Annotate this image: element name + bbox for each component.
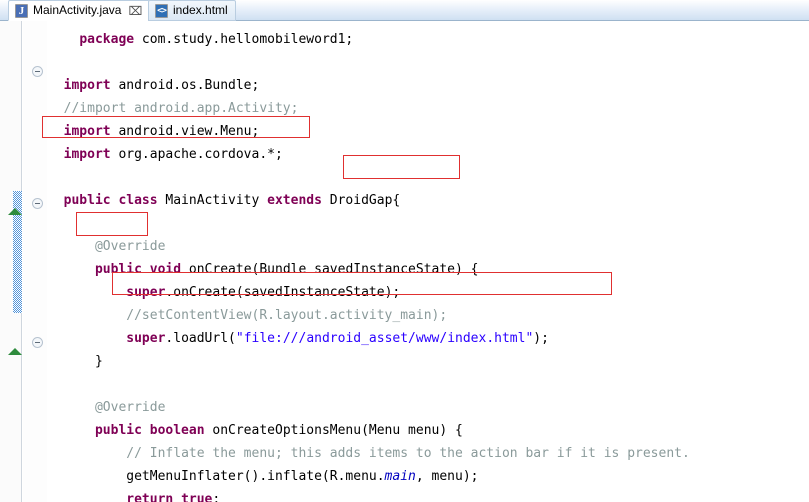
code-token: super [126,331,166,346]
code-line: } [47,350,809,373]
code-token: android.view.Menu; [110,124,260,139]
code-line: @Override [47,235,809,258]
html-file-icon-glyph: <> [156,4,167,17]
code-token: import [63,78,111,93]
source-code: package com.study.hellomobileword1; impo… [47,21,809,502]
eclipse-java-editor-window: J MainActivity.java ⌧ <> index.html pack… [0,0,809,502]
code-line: import android.view.Menu; [47,120,809,143]
quick-diff-marker-onmenu[interactable] [8,348,22,355]
code-token: void [149,262,182,277]
code-token: super [126,285,166,300]
tab-label-mainactivity-java: MainActivity.java [33,3,122,17]
code-token: ; [212,492,221,502]
code-token: DroidGap{ [321,193,401,208]
code-token: public class [63,193,158,208]
code-token: .loadUrl( [165,331,236,346]
code-line: super.onCreate(savedInstanceState); [47,281,809,304]
code-token: @Override [94,400,166,415]
code-token: org.apache.cordova.*; [110,147,283,162]
code-token: return true [126,492,213,502]
code-line: //setContentView(R.layout.activity_main)… [47,304,809,327]
code-line: public boolean onCreateOptionsMenu(Menu … [47,419,809,442]
quick-diff-marker-oncreate[interactable] [8,208,22,215]
code-text-area[interactable]: package com.study.hellomobileword1; impo… [47,21,809,502]
code-token: public [94,262,142,277]
editor-tab-bar: J MainActivity.java ⌧ <> index.html [0,0,809,21]
code-token: onCreateOptionsMenu(Menu menu) { [204,423,463,438]
code-token: onCreate(Bundle savedInstanceState) { [181,262,479,277]
code-token: import [63,147,111,162]
html-file-icon: <> [155,3,168,18]
tab-mainactivity-java[interactable]: J MainActivity.java ⌧ [8,0,151,21]
code-token: package [79,32,135,47]
code-line: // Inflate the menu; this adds items to … [47,442,809,465]
fold-onmenu[interactable] [32,337,43,348]
code-line: import org.apache.cordova.*; [47,143,809,166]
code-line: getMenuInflater().inflate(R.menu.main, m… [47,465,809,488]
code-token: android.os.Bundle; [110,78,260,93]
code-editor[interactable]: package com.study.hellomobileword1; impo… [0,21,809,502]
code-line: return true; [47,488,809,502]
code-token: , menu); [415,469,479,484]
close-icon[interactable]: ⌧ [128,5,142,17]
fold-oncreate[interactable] [32,198,43,209]
code-token: extends [267,193,322,208]
code-token: ); [533,331,549,346]
code-folding-column[interactable] [23,21,47,502]
tab-index-html[interactable]: <> index.html [148,0,236,21]
code-token: getMenuInflater().inflate(R.menu. [48,469,385,484]
code-token: .onCreate(savedInstanceState); [165,285,401,300]
code-line: super.loadUrl("file:///android_asset/www… [47,327,809,350]
code-token: public boolean [94,423,205,438]
tab-label-index-html: index.html [173,3,228,17]
code-token: //setContentView(R.layout.activity_main)… [126,308,448,323]
code-line: public void onCreate(Bundle savedInstanc… [47,258,809,281]
code-token: MainActivity [157,193,268,208]
code-token: com.study.hellomobileword1; [134,32,354,47]
java-file-icon-glyph: J [16,4,27,17]
code-token: // Inflate the menu; this adds items to … [126,446,690,461]
code-line: @Override [47,396,809,419]
code-token: main [384,469,416,484]
code-token: } [48,354,103,369]
java-file-icon: J [15,3,28,18]
code-token: //import android.app.Activity; [63,101,299,116]
code-line: package com.study.hellomobileword1; [47,28,809,51]
fold-imports[interactable] [32,66,43,77]
code-token: @Override [94,239,166,254]
code-token: import [63,124,111,139]
code-line: import android.os.Bundle; [47,74,809,97]
code-line: public class MainActivity extends DroidG… [47,189,809,212]
code-line: //import android.app.Activity; [47,97,809,120]
code-token: "file:///android_asset/www/index.html" [235,331,534,346]
annotation-ruler[interactable] [0,21,22,502]
